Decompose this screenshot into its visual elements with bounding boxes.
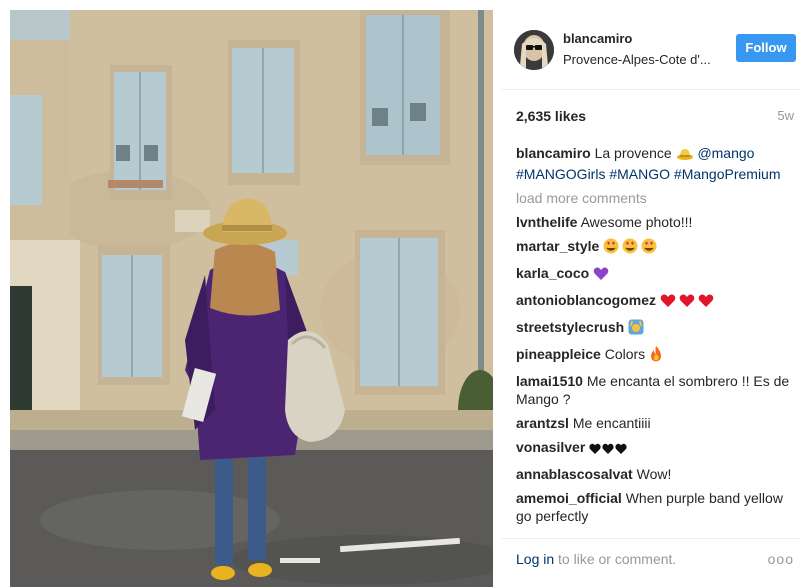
comment-item: pineappleice Colors xyxy=(516,345,796,366)
comment-username[interactable]: streetstylecrush xyxy=(516,319,624,335)
comment-username[interactable]: lamai1510 xyxy=(516,373,583,389)
comment-username[interactable]: pineappleice xyxy=(516,346,601,362)
comment-item: streetstylecrush xyxy=(516,318,796,339)
heart-eyes-emoji xyxy=(603,238,659,258)
comment-text: Awesome photo!!! xyxy=(580,214,693,230)
comment-item: arantzsl Me encantiiii xyxy=(516,414,796,432)
comment-username[interactable]: arantzsl xyxy=(516,415,569,431)
comment-item: vonasilver xyxy=(516,438,796,459)
comment-username[interactable]: lvnthelife xyxy=(516,214,577,230)
follow-button[interactable]: Follow xyxy=(736,34,796,62)
comment-username[interactable]: annablascosalvat xyxy=(516,466,633,482)
raised-hands-emoji xyxy=(628,319,644,339)
comment-username[interactable]: karla_coco xyxy=(516,265,589,281)
post-panel: blancamiro Provence-Alpes-Cote d'... Fol… xyxy=(501,10,800,587)
login-text: to like or comment. xyxy=(558,551,677,567)
black-heart-emoji xyxy=(589,441,629,459)
avatar[interactable] xyxy=(514,30,554,70)
avatar-image xyxy=(514,30,554,70)
comment-text: Wow! xyxy=(636,466,672,482)
more-options-icon[interactable]: ooo xyxy=(768,551,794,567)
caption-mention[interactable]: @mango xyxy=(697,145,754,161)
comment-item: karla_coco xyxy=(516,264,796,285)
comment-username[interactable]: amemoi_official xyxy=(516,490,622,506)
comments-list: blancamiro La provence @mango #MANGOGirl… xyxy=(516,144,796,531)
caption-username[interactable]: blancamiro xyxy=(516,145,591,161)
post-footer: Log in to like or comment. ooo xyxy=(501,538,800,587)
comment-item: martar_style xyxy=(516,237,796,258)
comment-text: Me encantiiii xyxy=(572,415,651,431)
caption-hashtags[interactable]: #MANGOGirls #MANGO #MangoPremium xyxy=(516,166,781,182)
post-header: blancamiro Provence-Alpes-Cote d'... Fol… xyxy=(501,10,800,90)
post-username[interactable]: blancamiro xyxy=(563,31,632,46)
comment-item: lvnthelife Awesome photo!!! xyxy=(516,213,796,231)
comment-item: annablascosalvat Wow! xyxy=(516,465,796,483)
comment-username[interactable]: martar_style xyxy=(516,238,599,254)
load-more-comments[interactable]: load more comments xyxy=(516,189,796,207)
comment-item: amemoi_official When purple band yellow … xyxy=(516,489,796,525)
red-heart-emoji xyxy=(660,294,716,312)
comment-item: antonioblancogomez xyxy=(516,291,796,312)
post-photo[interactable] xyxy=(10,10,493,587)
comment-item: lamai1510 Me encanta el sombrero !! Es d… xyxy=(516,372,796,408)
photo-image xyxy=(10,10,493,587)
login-link[interactable]: Log in xyxy=(516,551,554,567)
fire-emoji xyxy=(649,346,663,366)
comment-text: Colors xyxy=(604,346,646,362)
login-prompt: Log in to like or comment. xyxy=(516,551,676,567)
post-age[interactable]: 5w xyxy=(777,108,794,123)
purple-heart-emoji xyxy=(593,267,609,285)
hat-emoji xyxy=(676,147,694,165)
comment-username[interactable]: antonioblancogomez xyxy=(516,292,656,308)
likes-count[interactable]: 2,635 likes xyxy=(516,108,586,124)
comment-username[interactable]: vonasilver xyxy=(516,439,585,455)
caption: blancamiro La provence @mango #MANGOGirl… xyxy=(516,144,796,183)
caption-text: La provence xyxy=(594,145,672,161)
post-location[interactable]: Provence-Alpes-Cote d'... xyxy=(563,52,711,67)
